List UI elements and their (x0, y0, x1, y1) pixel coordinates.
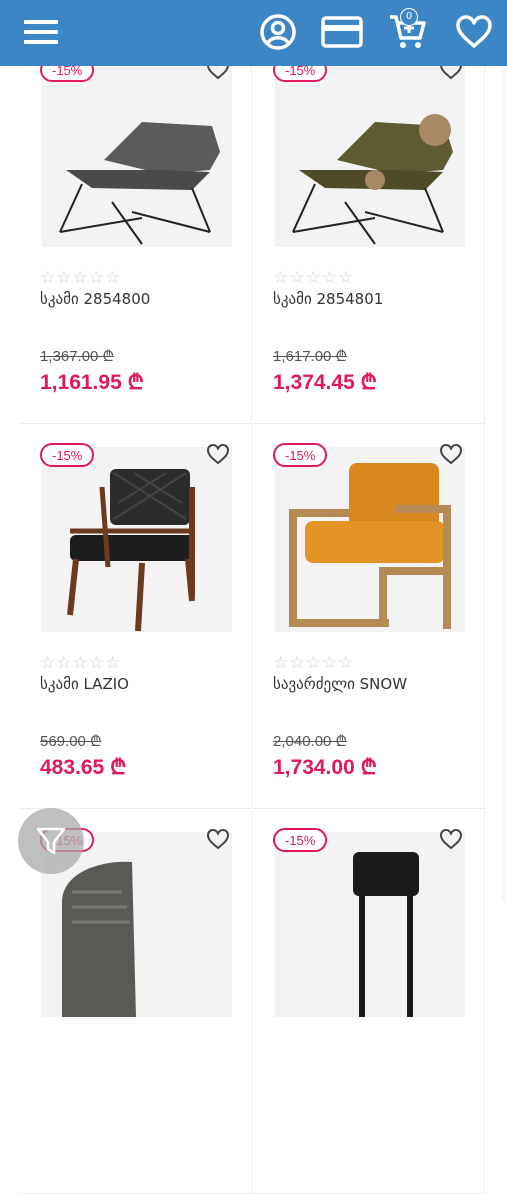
wishlist-button[interactable] (452, 10, 496, 54)
product-image[interactable] (275, 832, 465, 1017)
old-price: 1,617.00 ₾ (273, 348, 348, 365)
rating-stars: ☆☆☆☆☆ (273, 268, 355, 288)
old-price: 2,040.00 ₾ (273, 733, 348, 750)
heart-outline-icon (439, 443, 463, 465)
heart-icon (456, 15, 492, 48)
payment-card-button[interactable] (320, 10, 364, 54)
heart-outline-icon (439, 828, 463, 850)
heart-outline-icon (206, 443, 230, 465)
old-price: 1,367.00 ₾ (40, 348, 115, 365)
filter-icon (36, 827, 66, 855)
product-name[interactable]: სკამი LAZIO (40, 675, 129, 693)
user-circle-icon (260, 14, 296, 50)
add-to-wishlist-button[interactable] (206, 443, 232, 467)
product-name[interactable]: სკამი 2854800 (40, 290, 150, 308)
product-card[interactable]: -15% ☆☆☆☆☆ სკამი 2854801 1,617.00 ₾ 1,37… (253, 40, 485, 424)
sale-price: 1,161.95 ₾ (40, 371, 144, 394)
product-card[interactable]: -15% ☆☆☆☆☆ სავარძელი SNOW 2,040.00 ₾ 1,7… (253, 425, 485, 809)
scrollbar[interactable] (502, 66, 505, 900)
hamburger-icon (24, 20, 58, 44)
top-navigation-bar: 0 (0, 0, 507, 66)
discount-badge: -15% (40, 443, 95, 467)
product-card[interactable]: -15% ☆☆☆☆☆ სკამი 2854800 1,367.00 ₾ 1,16… (20, 40, 252, 424)
heart-outline-icon (206, 828, 230, 850)
product-name[interactable]: სკამი 2854801 (273, 290, 383, 308)
filter-button[interactable] (18, 808, 84, 874)
rating-stars: ☆☆☆☆☆ (273, 653, 355, 673)
menu-button[interactable] (20, 10, 64, 54)
sale-price: 1,374.45 ₾ (273, 371, 377, 394)
old-price: 569.00 ₾ (40, 733, 102, 750)
discount-badge: -15% (273, 443, 328, 467)
product-name[interactable]: სავარძელი SNOW (273, 675, 407, 693)
product-image[interactable] (42, 447, 232, 632)
rating-stars: ☆☆☆☆☆ (40, 268, 122, 288)
account-button[interactable] (256, 10, 300, 54)
discount-badge: -15% (273, 828, 328, 852)
product-image[interactable] (42, 62, 232, 247)
sale-price: 483.65 ₾ (40, 756, 127, 779)
sale-price: 1,734.00 ₾ (273, 756, 377, 779)
add-to-wishlist-button[interactable] (439, 828, 465, 852)
product-image[interactable] (275, 62, 465, 247)
product-card[interactable]: -15% ☆☆☆☆☆ სკამი LAZIO 569.00 ₾ 483.65 ₾ (20, 425, 252, 809)
credit-card-icon (321, 16, 363, 48)
cart-count-badge: 0 (400, 8, 418, 26)
product-image[interactable] (275, 447, 465, 632)
rating-stars: ☆☆☆☆☆ (40, 653, 122, 673)
add-to-wishlist-button[interactable] (206, 828, 232, 852)
product-card[interactable]: -15% (253, 810, 485, 1194)
add-to-wishlist-button[interactable] (439, 443, 465, 467)
